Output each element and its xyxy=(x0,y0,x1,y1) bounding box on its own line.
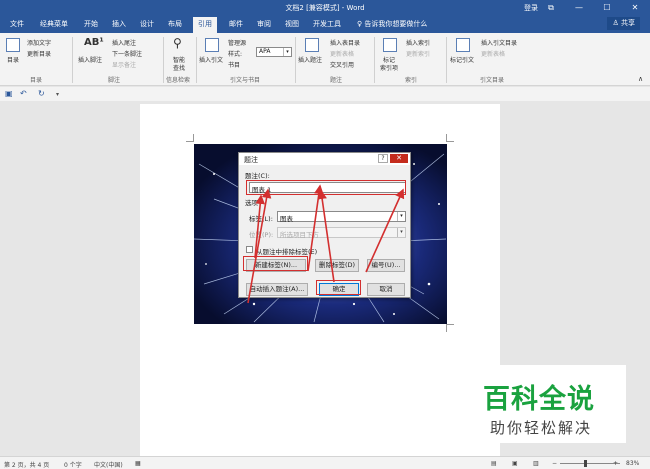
arrow-to-caption-input xyxy=(365,188,405,273)
watermark-title: 百科全说 xyxy=(483,384,595,415)
zoom-level[interactable]: 83% xyxy=(626,460,639,467)
language-indicator[interactable]: 中文(中国) xyxy=(94,460,123,469)
word-count[interactable]: 0 个字 xyxy=(64,460,82,469)
arrow-to-caption-input xyxy=(247,188,272,304)
watermark-subtitle: 助你轻松解决 xyxy=(490,419,593,437)
zoom-out-icon[interactable]: − xyxy=(552,460,557,467)
web-layout-icon[interactable]: ▥ xyxy=(533,460,539,467)
zoom-slider-thumb[interactable] xyxy=(584,460,587,467)
status-bar: 第 2 页，共 4 页 0 个字 中文(中国) ▦ ▤ ▣ ▥ − + 83% xyxy=(0,456,650,469)
print-layout-icon[interactable]: ▣ xyxy=(512,460,518,467)
read-mode-icon[interactable]: ▤ xyxy=(491,460,497,467)
page-count[interactable]: 第 2 页，共 4 页 xyxy=(4,460,49,469)
zoom-slider[interactable] xyxy=(560,463,620,464)
arrow-to-caption-input xyxy=(317,189,335,283)
macro-icon[interactable]: ▦ xyxy=(135,460,141,467)
watermark-logo: 百科全说 助你轻松解决 xyxy=(468,365,626,443)
arrow-to-caption-input xyxy=(307,184,324,272)
zoom-in-icon[interactable]: + xyxy=(613,460,618,467)
